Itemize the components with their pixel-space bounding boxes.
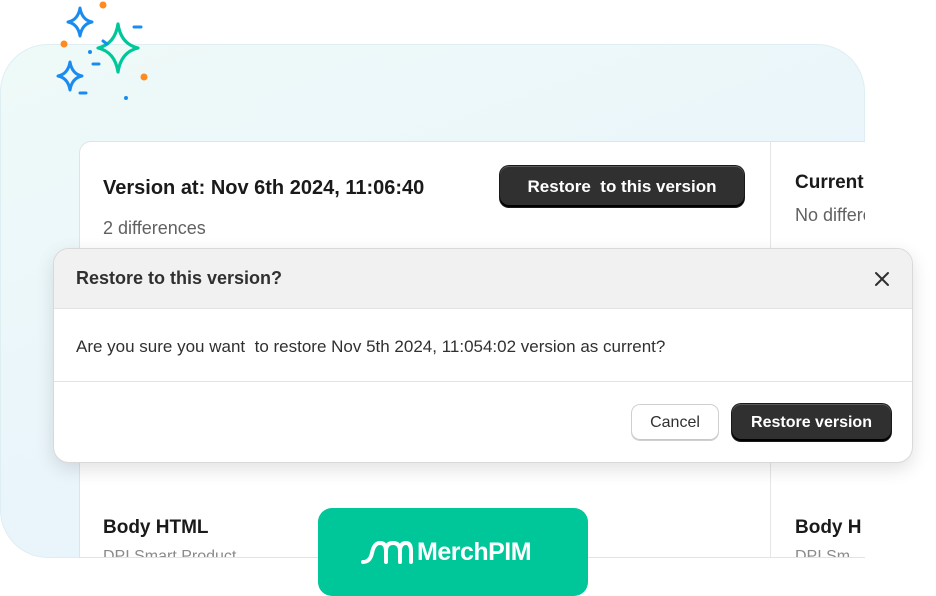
close-icon[interactable] bbox=[868, 265, 896, 293]
current-differences: No differe bbox=[795, 205, 865, 225]
restore-version-button[interactable]: Restore version bbox=[732, 404, 891, 441]
dialog-message: Are you sure you want to restore Nov 5th… bbox=[76, 337, 666, 356]
body-html-value: DPI Smart Product bbox=[103, 548, 237, 558]
brand-name: MerchPIM bbox=[417, 538, 532, 566]
merchpim-logo-badge: MerchPIM bbox=[318, 508, 588, 596]
dialog-header: Restore to this version? bbox=[54, 249, 912, 309]
differences-count: 2 differences bbox=[103, 218, 206, 238]
merchpim-logo-icon bbox=[361, 541, 413, 564]
version-title: Version at: Nov 6th 2024, 11:06:40 bbox=[103, 177, 425, 199]
current-body-html-label: Body H bbox=[795, 517, 862, 538]
sparkles-icon bbox=[56, 1, 148, 100]
dialog-title: Restore to this version? bbox=[76, 268, 283, 288]
current-body-html-value: DPI Sm bbox=[795, 548, 851, 558]
body-html-label: Body HTML bbox=[103, 517, 209, 538]
restore-to-this-version-button[interactable]: Restore to this version bbox=[500, 166, 744, 207]
dialog-footer-divider bbox=[54, 381, 912, 382]
cancel-button[interactable]: Cancel bbox=[631, 404, 719, 441]
restore-confirm-dialog: Restore to this version? Are you sure yo… bbox=[53, 248, 913, 463]
current-version-title: Current bbox=[795, 172, 864, 193]
